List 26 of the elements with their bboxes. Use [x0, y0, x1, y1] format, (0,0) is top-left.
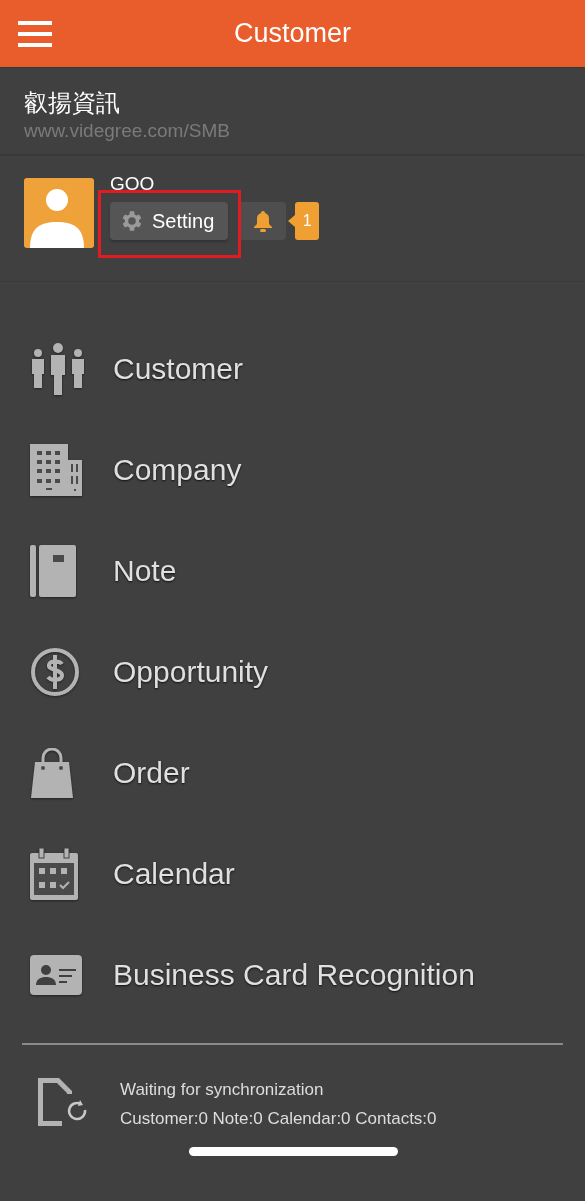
setting-button[interactable]: Setting	[110, 202, 229, 240]
bell-icon	[252, 210, 273, 232]
id-card-icon	[30, 954, 82, 995]
page-title: Customer	[234, 18, 351, 49]
menu-item[interactable]: Business Card Recognition	[0, 924, 585, 1025]
dollar-icon	[30, 646, 80, 697]
calendar-icon	[30, 847, 78, 900]
building-icon	[30, 443, 82, 496]
menu-item[interactable]: Note	[0, 520, 585, 621]
menu-button[interactable]	[18, 20, 52, 48]
menu-item[interactable]: Company	[0, 419, 585, 520]
notification-button[interactable]	[239, 202, 287, 240]
menu-item[interactable]: Opportunity	[0, 621, 585, 722]
sync-status: Waiting for synchronization	[120, 1079, 325, 1101]
notebook-icon	[30, 544, 76, 597]
menu-item[interactable]: Calendar	[0, 823, 585, 924]
bag-icon	[30, 747, 74, 798]
menu-item[interactable]: Order	[0, 722, 585, 823]
avatar	[24, 178, 94, 248]
user-name: GOO	[110, 174, 156, 194]
menu-icon	[18, 20, 52, 48]
people-icon	[30, 342, 86, 395]
company-name: 叡揚資訊	[24, 88, 121, 118]
company-url: www.videgree.com/SMB	[24, 120, 231, 142]
sync-counts: Customer:0 Note:0 Calendar:0 Contacts:0	[120, 1108, 437, 1130]
menu-item[interactable]: Customer	[0, 318, 585, 419]
